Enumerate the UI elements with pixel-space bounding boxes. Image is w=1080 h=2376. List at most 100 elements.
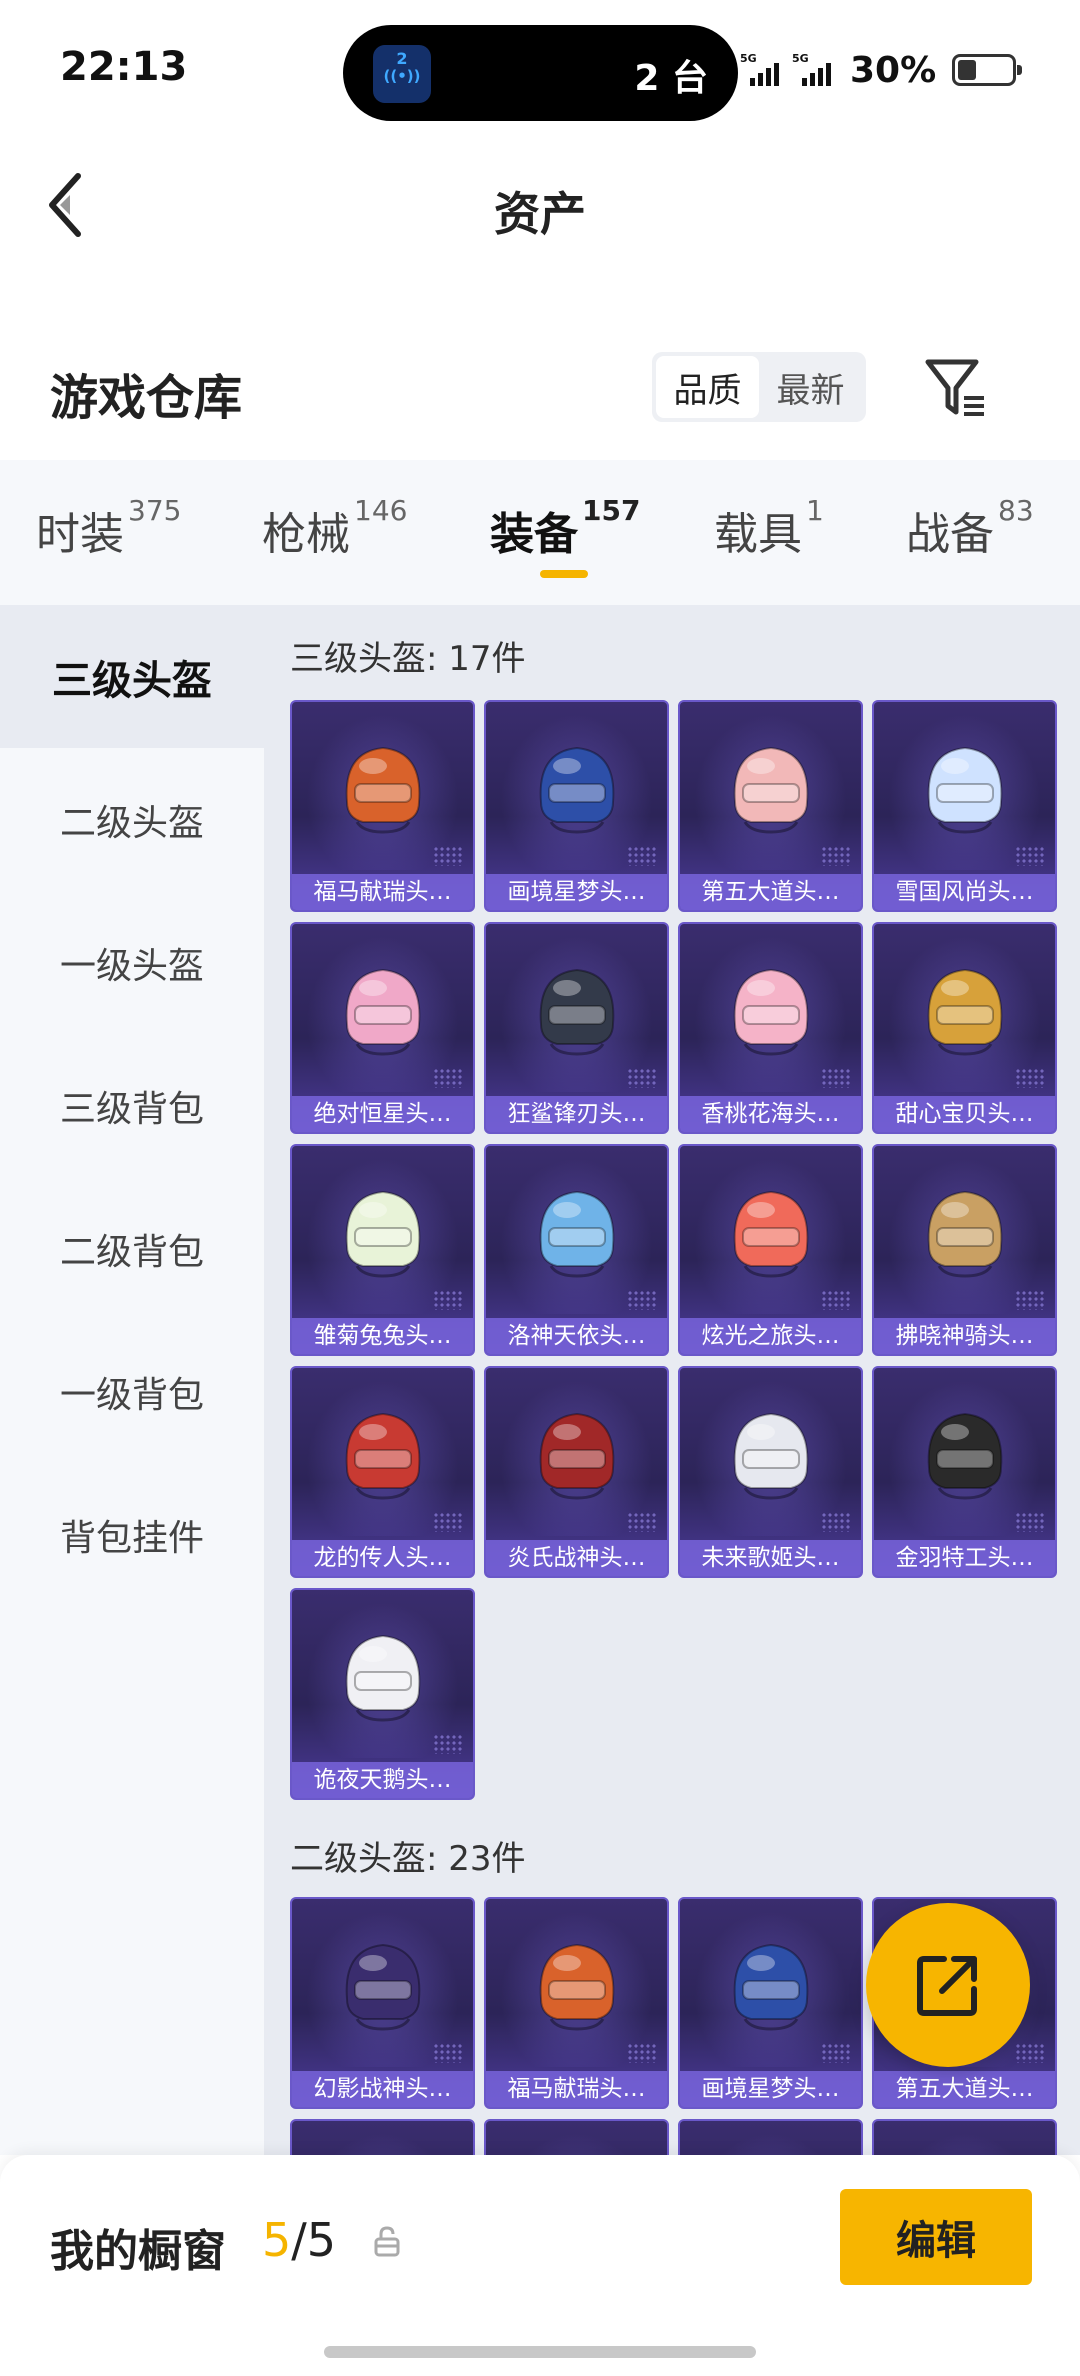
item-card[interactable] xyxy=(678,2119,863,2155)
tab-weapons[interactable]: 枪械 146 xyxy=(262,494,407,562)
section-title-level2: 二级头盔: 23件 xyxy=(290,1839,526,1879)
sidebar-item-level3-helmet[interactable]: 三级头盔 xyxy=(0,605,264,748)
helmet-icon xyxy=(539,1190,614,1278)
subcategory-sidebar: 三级头盔 二级头盔 一级头盔 三级背包 二级背包 一级背包 背包挂件 xyxy=(0,605,264,2155)
item-card[interactable]: 雪国风尚头… xyxy=(872,700,1057,912)
item-name: 诡夜天鹅头… xyxy=(292,1762,473,1798)
island-device-count: 2 台 xyxy=(634,58,708,99)
sort-quality-button[interactable]: 品质 xyxy=(656,356,759,418)
warehouse-row: 游戏仓库 品质 最新 xyxy=(0,340,1080,460)
section-title-level3: 三级头盔: 17件 xyxy=(290,639,526,679)
home-indicator[interactable] xyxy=(324,2346,756,2358)
battery-percent: 30% xyxy=(850,49,937,91)
item-name: 龙的传人头… xyxy=(292,1540,473,1576)
status-time: 22:13 xyxy=(60,44,188,90)
tab-fashion[interactable]: 时装 375 xyxy=(36,494,181,562)
item-name: 雪国风尚头… xyxy=(874,874,1055,910)
warehouse-title: 游戏仓库 xyxy=(50,370,243,426)
item-card[interactable]: 福马献瑞头… xyxy=(484,1897,669,2109)
helmet-icon xyxy=(345,1412,420,1500)
edit-button[interactable]: 编辑 xyxy=(840,2189,1032,2285)
item-name: 画境星梦头… xyxy=(680,2071,861,2107)
item-name: 狂鲨锋刃头… xyxy=(486,1096,667,1132)
status-bar: 22:13 2 台 5G 5G 30% xyxy=(0,0,1080,130)
item-card[interactable]: 香桃花海头… xyxy=(678,922,863,1134)
item-card[interactable] xyxy=(872,2119,1057,2155)
helmet-icon xyxy=(733,968,808,1056)
item-card[interactable]: 炎氏战神头… xyxy=(484,1366,669,1578)
page-title: 资产 xyxy=(494,187,586,241)
signal-icon: 5G xyxy=(740,52,786,88)
showcase-bar: 我的橱窗 5/5 编辑 xyxy=(0,2155,1080,2376)
item-name: 画境星梦头… xyxy=(486,874,667,910)
item-card[interactable]: 金羽特工头… xyxy=(872,1366,1057,1578)
item-name: 福马献瑞头… xyxy=(486,2071,667,2107)
item-name: 金羽特工头… xyxy=(874,1540,1055,1576)
item-name: 炫光之旅头… xyxy=(680,1318,861,1354)
sort-latest-button[interactable]: 最新 xyxy=(759,356,862,418)
item-name: 洛神天依头… xyxy=(486,1318,667,1354)
filter-button[interactable] xyxy=(920,354,990,424)
share-button[interactable] xyxy=(866,1903,1030,2067)
helmet-icon xyxy=(927,1412,1002,1500)
item-card[interactable]: 洛神天依头… xyxy=(484,1144,669,1356)
sidebar-item-level2-backpack[interactable]: 二级背包 xyxy=(0,1177,264,1320)
tab-supplies[interactable]: 战备 83 xyxy=(906,494,1034,562)
helmet-icon xyxy=(539,1412,614,1500)
status-icons: 5G 5G 30% xyxy=(740,49,1023,91)
helmet-icon xyxy=(345,968,420,1056)
item-name: 第五大道头… xyxy=(680,874,861,910)
lock-icon xyxy=(374,2226,400,2257)
item-name: 香桃花海头… xyxy=(680,1096,861,1132)
item-name: 甜心宝贝头… xyxy=(874,1096,1055,1132)
helmet-icon xyxy=(539,968,614,1056)
item-card[interactable]: 诡夜天鹅头… xyxy=(290,1588,475,1800)
category-tabs: 时装 375 枪械 146 装备 157 载具 1 战备 83 xyxy=(0,460,1080,605)
item-card[interactable]: 幻影战神头… xyxy=(290,1897,475,2109)
item-card[interactable]: 第五大道头… xyxy=(678,700,863,912)
item-card[interactable]: 甜心宝贝头… xyxy=(872,922,1057,1134)
dynamic-island[interactable]: 2 台 xyxy=(343,25,738,121)
sidebar-item-level2-helmet[interactable]: 二级头盔 xyxy=(0,748,264,891)
helmet-icon xyxy=(345,1943,420,2031)
helmet-icon xyxy=(539,1943,614,2031)
item-card[interactable]: 画境星梦头… xyxy=(678,1897,863,2109)
item-card[interactable]: 未来歌姬头… xyxy=(678,1366,863,1578)
helmet-icon xyxy=(345,1190,420,1278)
helmet-icon xyxy=(733,1412,808,1500)
item-card[interactable]: 龙的传人头… xyxy=(290,1366,475,1578)
helmet-icon xyxy=(927,746,1002,834)
sidebar-item-level1-helmet[interactable]: 一级头盔 xyxy=(0,891,264,1034)
sidebar-item-level3-backpack[interactable]: 三级背包 xyxy=(0,1034,264,1177)
item-card[interactable]: 福马献瑞头… xyxy=(290,700,475,912)
share-icon xyxy=(917,1956,977,2016)
item-card[interactable] xyxy=(484,2119,669,2155)
signal-icon-2: 5G xyxy=(792,52,838,88)
item-card[interactable] xyxy=(290,2119,475,2155)
tab-vehicles[interactable]: 载具 1 xyxy=(714,494,824,562)
sidebar-item-backpack-charm[interactable]: 背包挂件 xyxy=(0,1463,264,1606)
filter-icon xyxy=(925,359,984,416)
showcase-count: 5/5 xyxy=(262,2213,337,2267)
tab-equipment[interactable]: 装备 157 xyxy=(490,494,640,562)
sidebar-item-level1-backpack[interactable]: 一级背包 xyxy=(0,1320,264,1463)
item-card[interactable]: 画境星梦头… xyxy=(484,700,669,912)
item-card[interactable]: 拂晓神骑头… xyxy=(872,1144,1057,1356)
item-name: 雏菊兔兔头… xyxy=(292,1318,473,1354)
item-name: 绝对恒星头… xyxy=(292,1096,473,1132)
sort-toggle: 品质 最新 xyxy=(652,352,866,422)
item-name: 幻影战神头… xyxy=(292,2071,473,2107)
item-name: 第五大道头… xyxy=(874,2071,1055,2107)
helmet-icon xyxy=(345,1634,420,1722)
item-name: 炎氏战神头… xyxy=(486,1540,667,1576)
item-card[interactable]: 炫光之旅头… xyxy=(678,1144,863,1356)
item-card[interactable]: 绝对恒星头… xyxy=(290,922,475,1134)
item-name: 未来歌姬头… xyxy=(680,1540,861,1576)
helmet-icon xyxy=(539,746,614,834)
item-card[interactable]: 狂鲨锋刃头… xyxy=(484,922,669,1134)
showcase-label: 我的橱窗 xyxy=(50,2226,226,2277)
active-tab-indicator xyxy=(540,570,588,578)
helmet-icon xyxy=(345,746,420,834)
helmet-icon xyxy=(733,1943,808,2031)
item-card[interactable]: 雏菊兔兔头… xyxy=(290,1144,475,1356)
